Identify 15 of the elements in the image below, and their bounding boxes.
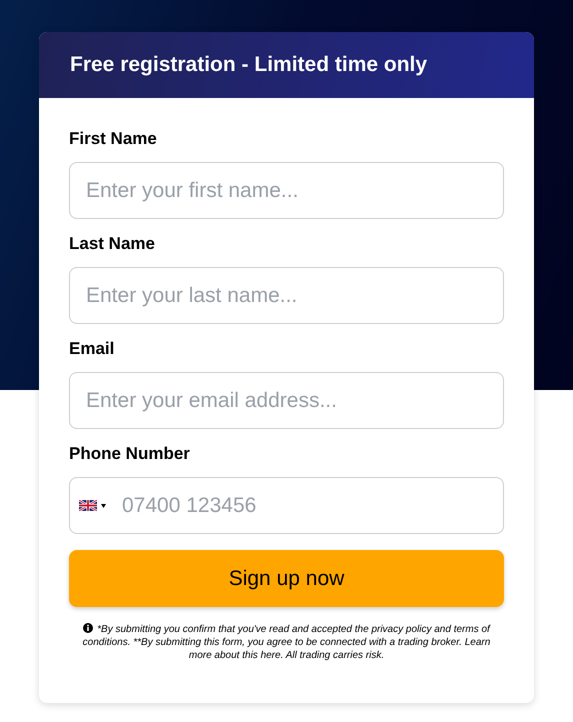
field-label: Phone Number: [69, 443, 191, 465]
sign-up-button[interactable]: Sign up now: [69, 550, 504, 607]
country-selector[interactable]: [79, 500, 106, 511]
text-input-field[interactable]: Enter your email address...: [69, 372, 504, 429]
phone-input-field[interactable]: 07400 123456: [69, 477, 504, 534]
field-label: Last Name: [69, 233, 156, 255]
uk-flag-icon: [79, 500, 97, 511]
form-title: Free registration - Limited time only: [70, 52, 428, 78]
field-label: Email: [69, 338, 116, 360]
caret-icon: [101, 504, 106, 508]
info-icon: [83, 623, 94, 633]
field-label: First Name: [69, 128, 158, 150]
text-input-field[interactable]: Enter your first name...: [69, 162, 504, 219]
text-input-field[interactable]: Enter your last name...: [69, 267, 504, 324]
disclaimer-text: *By submitting you confirm that you've read and accepted the privacy policy and terms of conditions. **By submitting this form, you agree to be connected with a trading broker. Learn more about this here. All trading carries risk.: [82, 623, 492, 662]
